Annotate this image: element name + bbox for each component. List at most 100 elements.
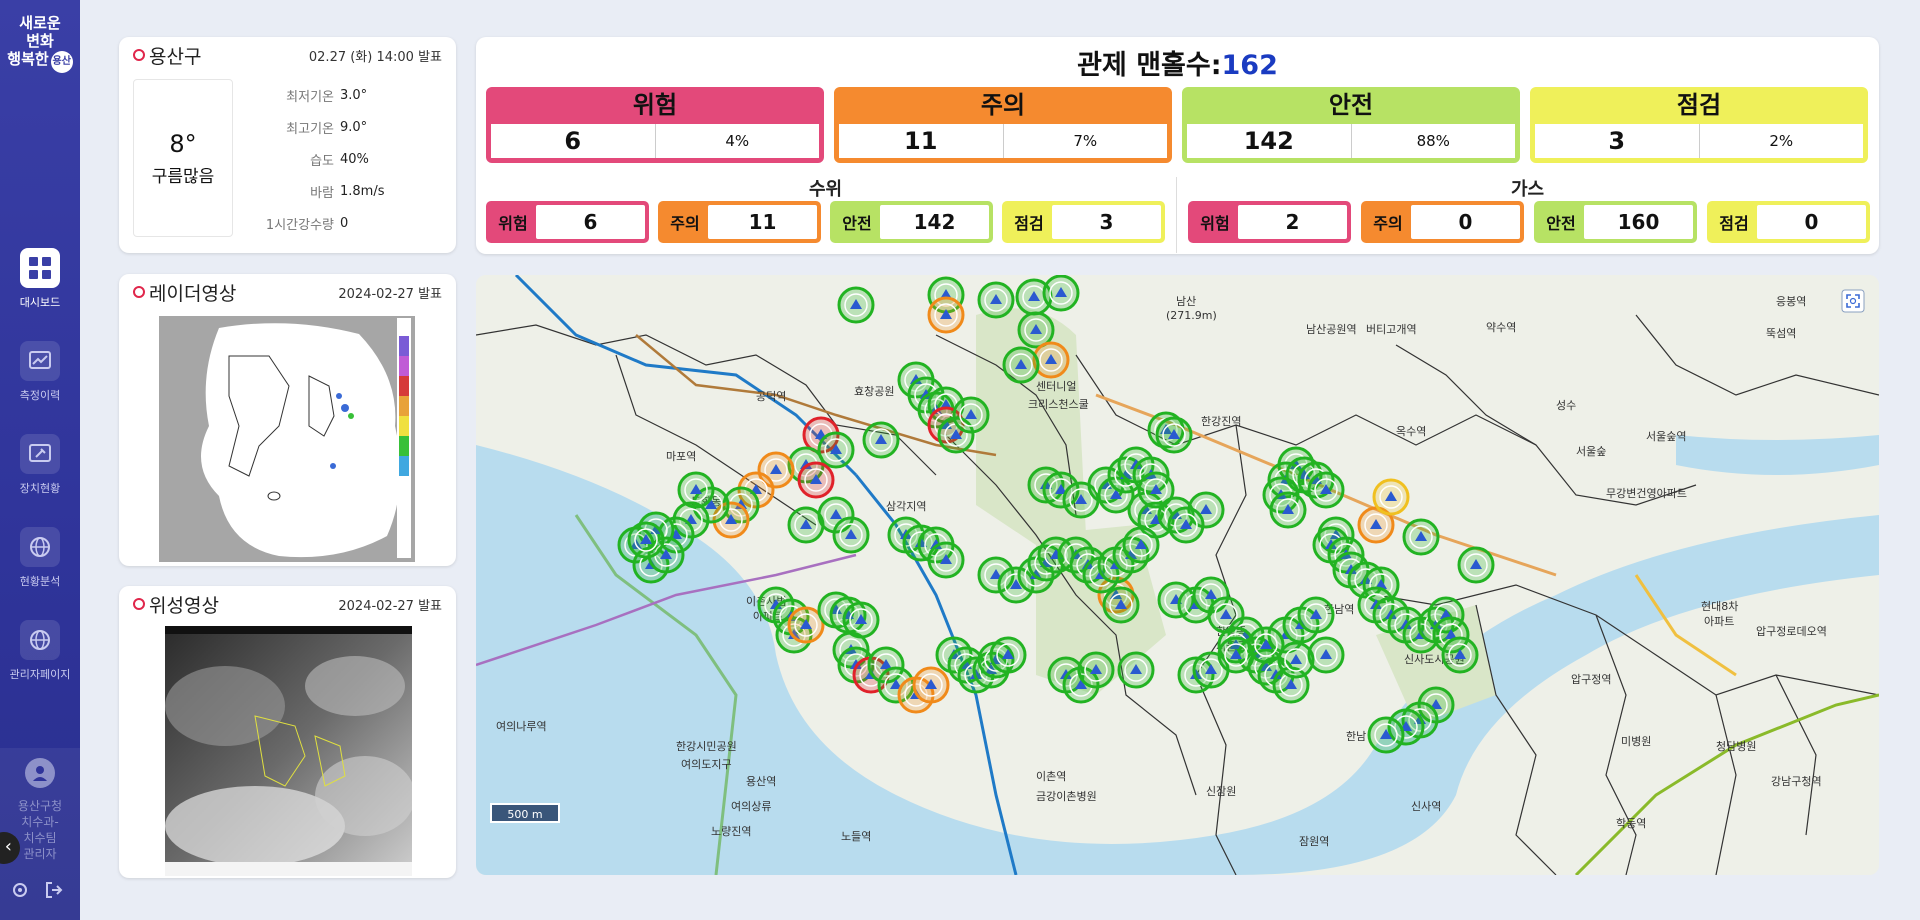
manhole-marker[interactable]	[1441, 636, 1479, 674]
manhole-marker[interactable]	[1297, 596, 1335, 634]
manhole-marker[interactable]	[1102, 586, 1140, 624]
dashboard-icon	[20, 248, 60, 288]
manhole-marker[interactable]	[1367, 716, 1405, 754]
sidebar-item-label: 대시보드	[19, 296, 61, 309]
manhole-marker[interactable]	[837, 286, 875, 324]
sidebar-item-history[interactable]: 측정이력	[0, 341, 80, 430]
status-safe[interactable]: 안전 142 88%	[1182, 87, 1520, 163]
status-label: 점검	[1676, 91, 1722, 119]
map-place-label: 한강시민공원	[676, 740, 737, 753]
weather-stats: 최저기온 3.0° 최고기온 9.0° 습도 40% 바람 1.8m/s 1시간강수량 0	[233, 79, 442, 239]
manhole-marker[interactable]	[677, 471, 715, 509]
divider	[1176, 177, 1177, 253]
manhole-marker[interactable]	[1307, 471, 1345, 509]
status-label: 주의	[980, 91, 1026, 119]
sidebar-item-admin[interactable]: 관리자페이지	[0, 620, 80, 709]
settings-icon[interactable]	[10, 880, 30, 904]
water-warning[interactable]: 주의 11	[658, 201, 821, 243]
manhole-marker[interactable]	[832, 516, 870, 554]
map-place-label: 압구정역	[1571, 673, 1611, 686]
manhole-marker[interactable]	[1155, 416, 1193, 454]
manhole-marker[interactable]	[1002, 346, 1040, 384]
manhole-marker[interactable]	[627, 521, 665, 559]
satellite-image[interactable]	[165, 626, 412, 876]
manhole-marker[interactable]	[1042, 275, 1080, 312]
map-place-label: 성수	[1556, 399, 1576, 412]
logo[interactable]: 새로운 변화 행복한 용산	[0, 14, 80, 73]
satellite-card: 위성영상 2024-02-27 발표	[119, 586, 456, 878]
sidebar-item-label: 현황분석	[19, 575, 61, 588]
map-place-label: 옥수역	[1396, 425, 1426, 438]
manhole-marker[interactable]	[1307, 636, 1345, 674]
sidebar-item-analysis[interactable]: 현황분석	[0, 527, 80, 616]
manhole-marker[interactable]	[989, 636, 1027, 674]
manhole-marker[interactable]	[862, 421, 900, 459]
manhole-marker[interactable]	[1117, 651, 1155, 689]
water-check[interactable]: 점검 3	[1002, 201, 1165, 243]
globe-icon	[20, 527, 60, 567]
map-place-label: 센터니얼	[1036, 379, 1076, 393]
manhole-marker[interactable]	[797, 461, 835, 499]
status-danger[interactable]: 위험 6 4%	[486, 87, 824, 163]
circle-icon	[133, 598, 145, 610]
manhole-marker[interactable]	[977, 281, 1015, 319]
logo-badge: 용산	[50, 51, 73, 73]
manhole-marker[interactable]	[1372, 478, 1410, 516]
map-place-label: 노량진역	[711, 825, 751, 838]
logout-icon[interactable]	[44, 880, 64, 904]
radar-title: 레이더영상	[149, 282, 237, 305]
fullscreen-icon[interactable]	[1841, 289, 1865, 313]
map-place-label: 남산	[1176, 295, 1196, 308]
manhole-marker[interactable]	[927, 541, 965, 579]
user-name-line: 치수과-	[21, 815, 59, 829]
manhole-map[interactable]: 남산 (271.9m) 남산공원역 버티고개역 약수역 옥수역 한강진역 센터니얼 크리스천스쿨…	[476, 275, 1879, 875]
manhole-marker[interactable]	[1269, 491, 1307, 529]
map-place-label: 신잠원	[1206, 785, 1236, 798]
map-place-label: 여의상류	[731, 800, 771, 813]
sidebar-item-devices[interactable]: 장치현황	[0, 434, 80, 523]
admin-icon	[20, 620, 60, 660]
manhole-marker[interactable]	[1402, 518, 1440, 556]
manhole-marker[interactable]	[1137, 471, 1175, 509]
manhole-marker[interactable]	[1122, 526, 1160, 564]
manhole-marker[interactable]	[952, 396, 990, 434]
map-place-label: 금강이촌병원	[1036, 790, 1097, 803]
water-danger[interactable]: 위험 6	[486, 201, 649, 243]
status-check[interactable]: 점검 3 2%	[1530, 87, 1868, 163]
sidebar-item-dashboard[interactable]: 대시보드	[0, 248, 80, 337]
gas-check[interactable]: 점검 0	[1707, 201, 1870, 243]
status-warning[interactable]: 주의 11 7%	[834, 87, 1172, 163]
logo-line-1: 새로운	[19, 14, 61, 32]
radar-image[interactable]	[159, 316, 415, 562]
map-place-label: 무강변건영아파트	[1606, 487, 1687, 500]
sidebar-nav: 대시보드 측정이력 장치현황 현황분석 관리자페이지	[0, 244, 80, 709]
status-count: 142	[1243, 127, 1294, 155]
manhole-marker[interactable]	[912, 666, 950, 704]
sidebar: 새로운 변화 행복한 용산 대시보드 측정이력 장치현황 현황분석 관리자페이지…	[0, 0, 80, 920]
stat-row: 최저기온 3.0°	[286, 87, 368, 105]
manhole-marker[interactable]	[1077, 651, 1115, 689]
stat-row: 습도 40%	[310, 151, 369, 169]
manhole-marker[interactable]	[1167, 506, 1205, 544]
weather-card: 용산구 02.27 (화) 14:00 발표 8° 구름많음 최저기온 3.0° …	[119, 37, 456, 253]
manhole-marker[interactable]	[1032, 341, 1070, 379]
status-percent: 2%	[1698, 124, 1864, 158]
sidebar-item-label: 장치현황	[19, 482, 61, 495]
map-place-label: 한강진역	[1201, 415, 1241, 428]
manhole-marker[interactable]	[927, 296, 965, 334]
manhole-marker[interactable]	[1277, 641, 1315, 679]
map-place-label: 삼각지역	[886, 500, 926, 513]
manhole-marker[interactable]	[1457, 546, 1495, 584]
map-place-label: 효창공원	[854, 385, 894, 398]
gas-warning[interactable]: 주의 0	[1361, 201, 1524, 243]
total-count: 162	[1221, 50, 1278, 81]
map-place-label: 마포역	[666, 450, 696, 463]
satellite-date: 2024-02-27 발표	[338, 598, 442, 614]
gas-safe[interactable]: 안전 160	[1534, 201, 1697, 243]
status-count: 11	[904, 127, 938, 155]
gas-danger[interactable]: 위험 2	[1188, 201, 1351, 243]
sidebar-item-label: 관리자페이지	[9, 668, 71, 681]
stat-row: 바람 1.8m/s	[310, 183, 385, 201]
circle-icon	[133, 49, 145, 61]
water-safe[interactable]: 안전 142	[830, 201, 993, 243]
